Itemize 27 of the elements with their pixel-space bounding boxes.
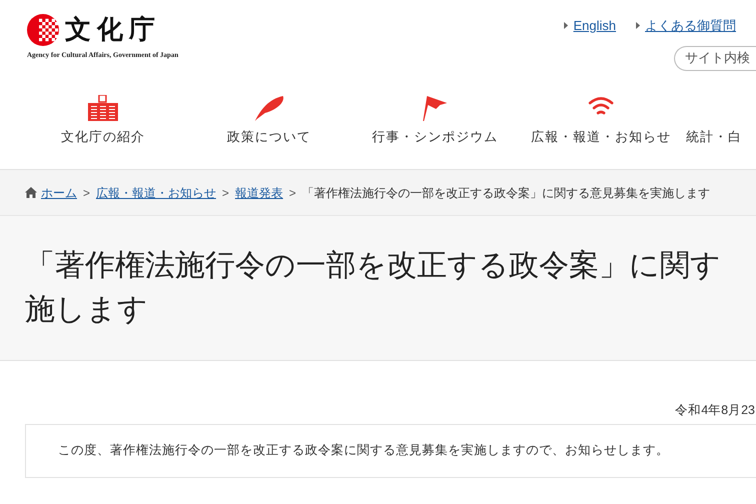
wireless-icon [588,94,614,116]
page-title: 「著作権法施行令の一部を改正する政令案」に関す 施します [25,247,722,329]
breadcrumb-link[interactable]: ホーム [41,184,77,202]
nav-item[interactable]: 政策について [186,94,352,146]
header-link[interactable]: よくある御質問 [645,16,736,36]
logo-text: 文化庁 [65,17,161,43]
breadcrumb-current: 「著作権法施行令の一部を改正する政令案」に関する意見募集を実施します [302,184,710,202]
breadcrumb-separator: > [289,184,296,202]
breadcrumb-separator: > [222,184,230,202]
logo-icon [27,14,59,46]
nav-item[interactable]: 統計・白 [684,94,744,146]
triangle-icon [564,22,568,30]
header-link[interactable]: English [573,16,616,36]
breadcrumb-link[interactable]: 報道発表 [235,184,284,202]
home-icon [25,187,37,198]
triangle-icon [636,22,640,30]
publish-date: 令和4年8月23 [675,402,755,419]
nav-item[interactable]: 文化庁の紹介 [20,94,186,146]
nav-item[interactable]: 行事・シンポジウム [352,94,518,146]
building-icon [88,94,118,120]
search-field[interactable]: サイト内検 [674,46,756,70]
flag-icon [422,94,448,120]
nav-item[interactable]: 広報・報道・お知らせ [518,94,684,146]
feather-icon [253,94,285,120]
breadcrumb-separator: > [83,184,90,202]
notice-text: この度、著作権法施行令の一部を改正する政令案に関する意見募集を実施しますので、お知らせします。 [58,442,669,460]
breadcrumb-link[interactable]: 広報・報道・お知らせ [96,184,216,202]
